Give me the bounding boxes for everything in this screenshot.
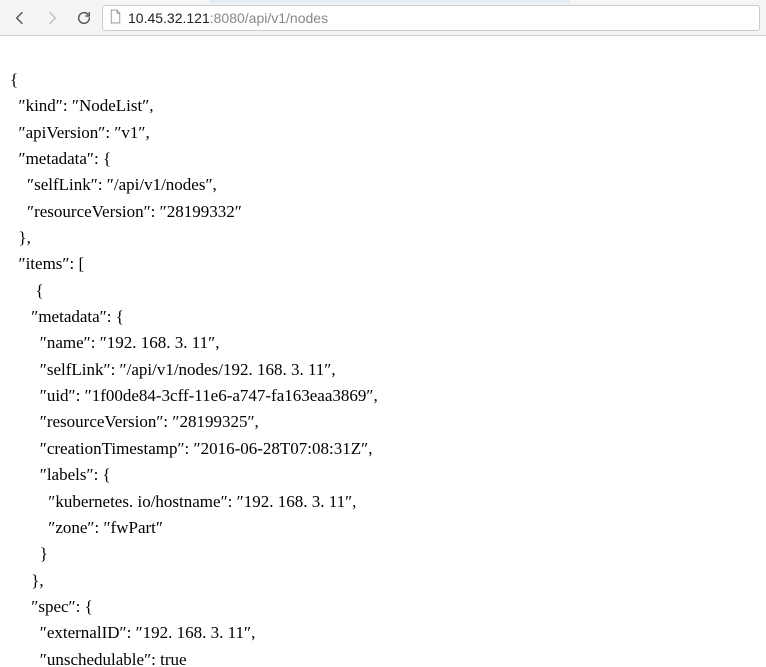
url-text: 10.45.32.121:8080/api/v1/nodes xyxy=(128,10,328,26)
response-body: { ″kind″: ″NodeList″, ″apiVersion″: ″v1″… xyxy=(0,53,766,667)
page-icon xyxy=(109,9,122,27)
url-rest: :8080/api/v1/nodes xyxy=(210,10,328,26)
url-host: 10.45.32.121 xyxy=(128,10,210,26)
forward-button[interactable] xyxy=(38,4,66,32)
arrow-right-icon xyxy=(44,10,60,26)
reload-icon xyxy=(76,10,92,26)
back-button[interactable] xyxy=(6,4,34,32)
arrow-left-icon xyxy=(12,10,28,26)
reload-button[interactable] xyxy=(70,4,98,32)
address-bar[interactable]: 10.45.32.121:8080/api/v1/nodes xyxy=(102,5,760,31)
tab-hint xyxy=(210,0,570,6)
